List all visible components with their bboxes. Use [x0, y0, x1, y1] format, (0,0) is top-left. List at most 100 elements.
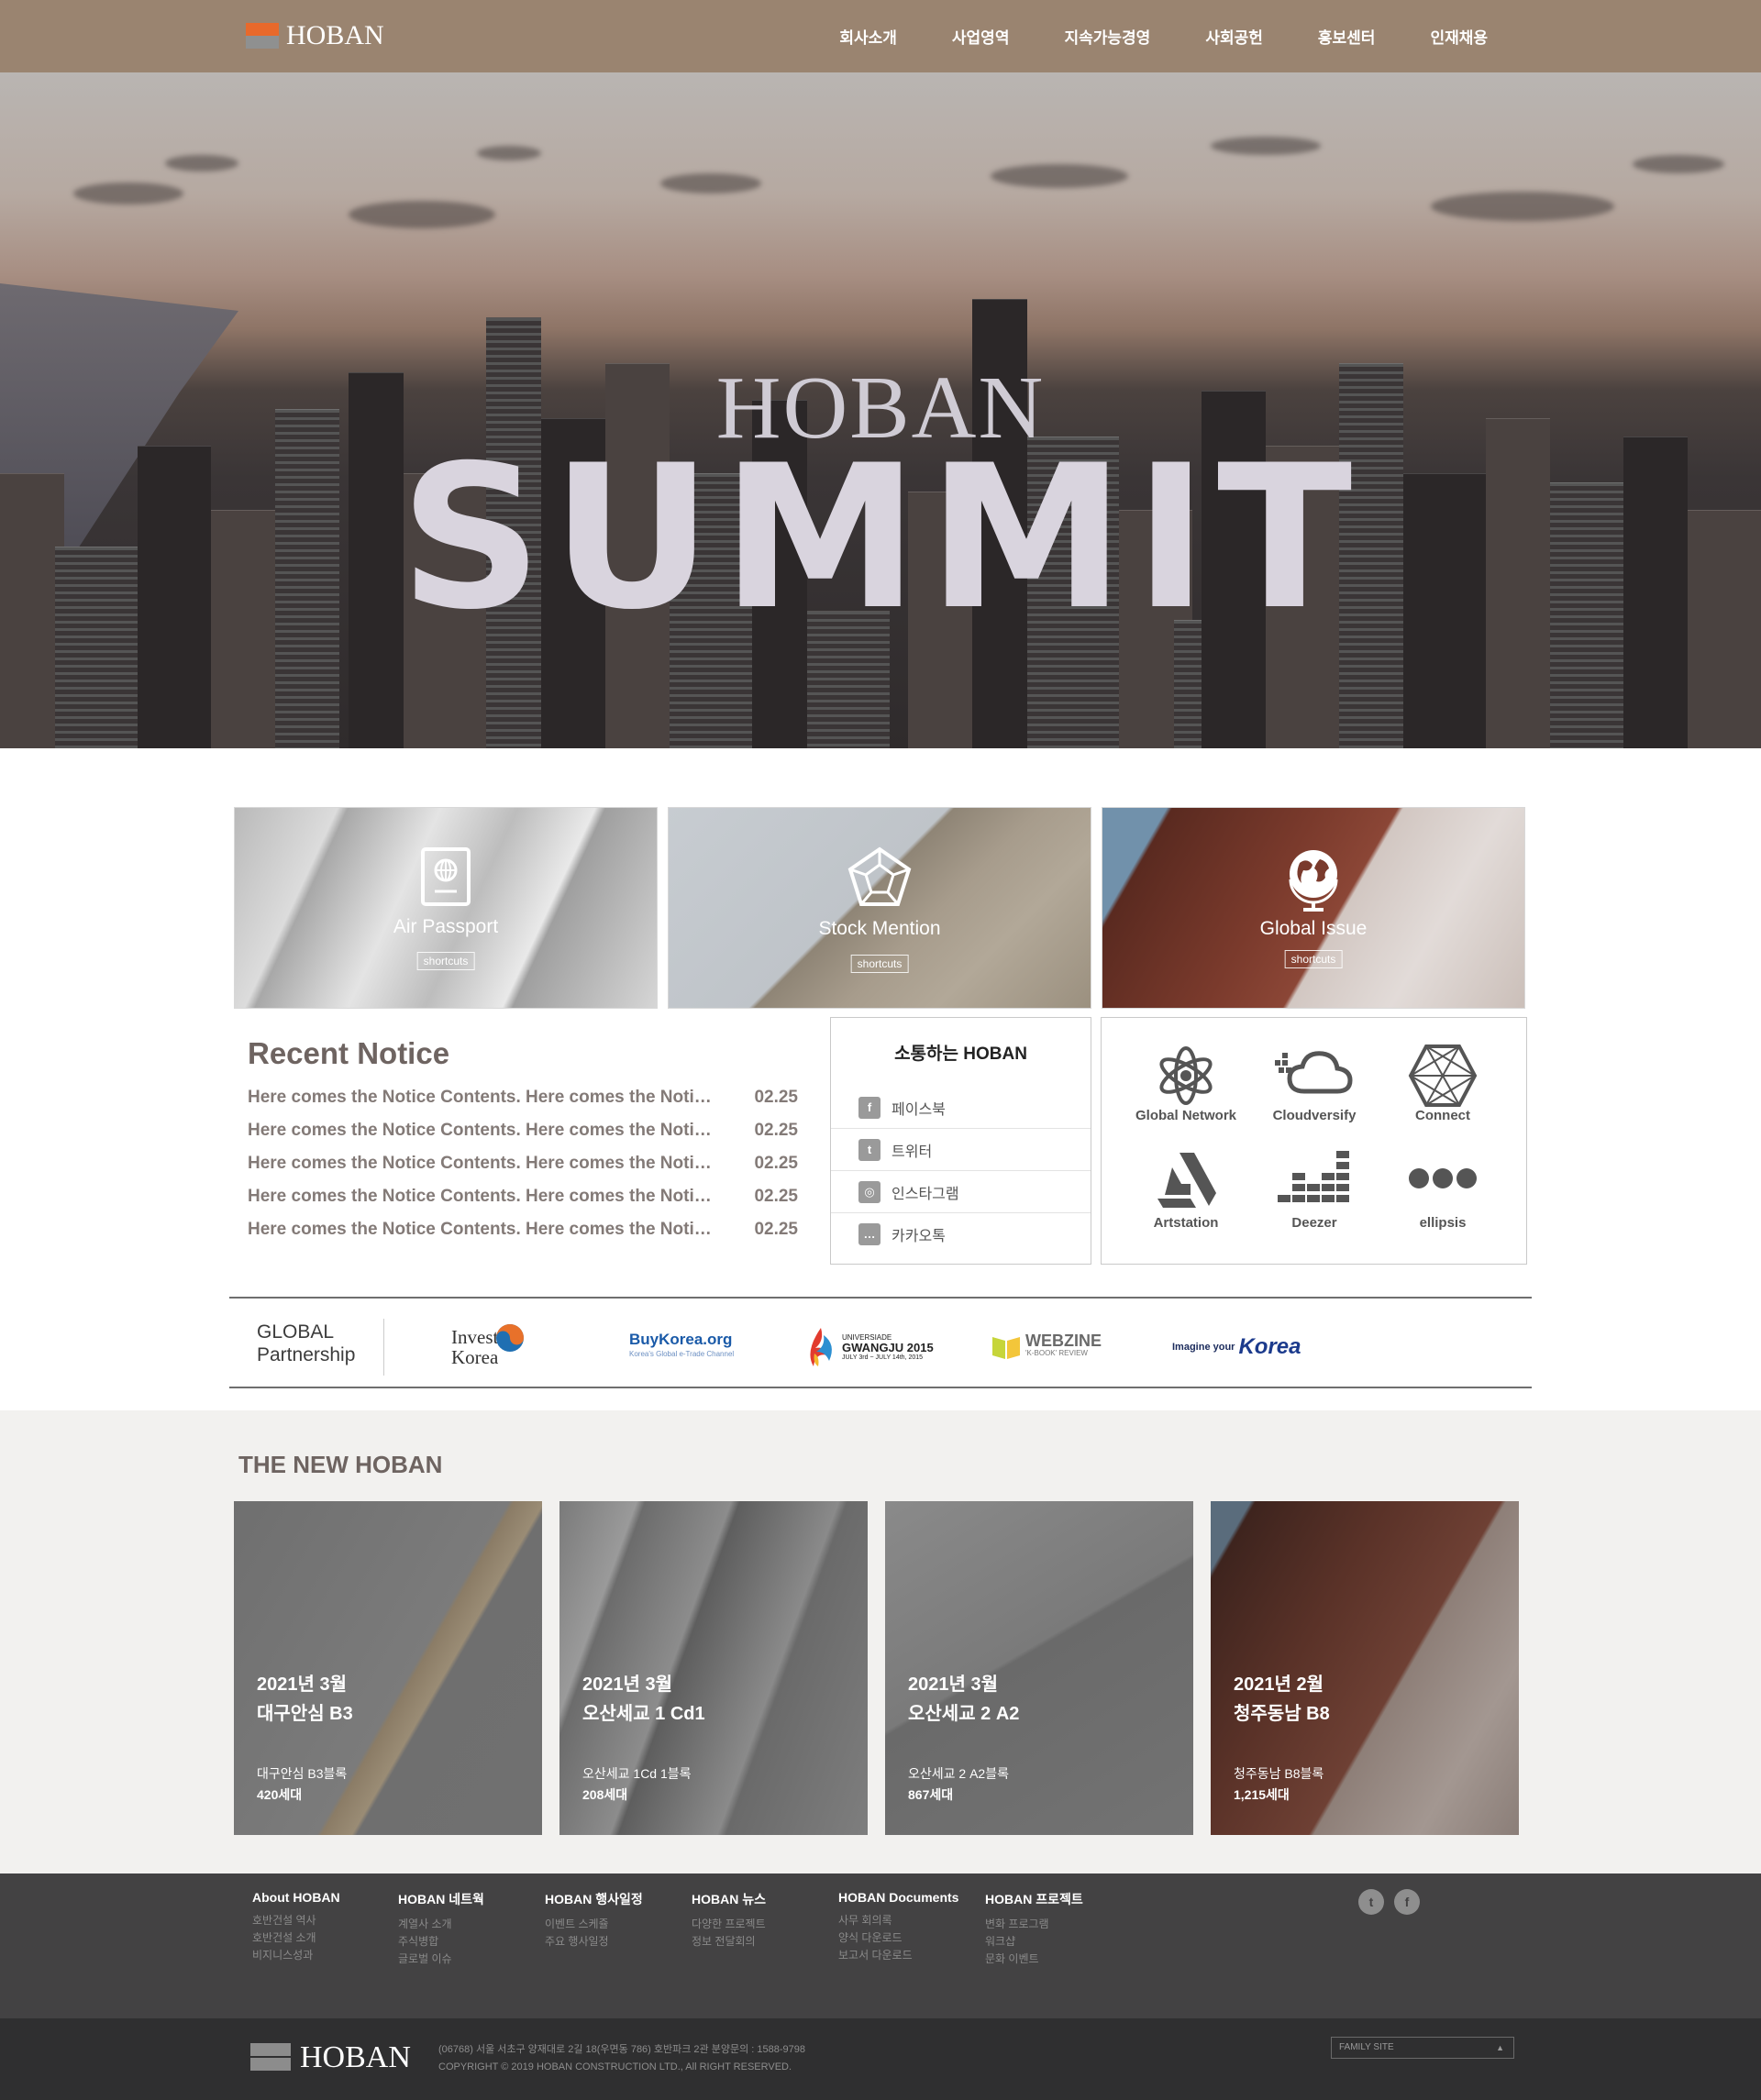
family-site-select[interactable]: FAMILY SITE ▲: [1331, 2037, 1514, 2059]
partner-text: BuyKorea.org: [629, 1331, 733, 1348]
nav-item-recruit[interactable]: 인재채용: [1430, 25, 1488, 48]
notice-date: 02.25: [754, 1187, 798, 1206]
project-date: 2021년 3월: [582, 1674, 672, 1695]
nav-item-social[interactable]: 사회공헌: [1205, 25, 1263, 48]
sns-title: 소통하는 HOBAN: [894, 1044, 1027, 1064]
footer-heading[interactable]: HOBAN 뉴스: [692, 1890, 766, 1908]
sns-item-kakaotalk[interactable]: … 카카오톡: [831, 1213, 1091, 1255]
footer-link[interactable]: 보고서 다운로드: [838, 1947, 958, 1964]
facebook-icon[interactable]: f: [1394, 1889, 1420, 1915]
nav-item-pr[interactable]: 홍보센터: [1318, 25, 1376, 48]
section-title: THE NEW HOBAN: [238, 1451, 443, 1478]
footer-link[interactable]: 양식 다운로드: [838, 1929, 958, 1947]
footer-logo-text: HOBAN: [300, 2040, 411, 2074]
project-name: 대구안심 B3: [257, 1704, 353, 1724]
footer-link[interactable]: 문화 이벤트: [985, 1951, 1083, 1968]
notice-item[interactable]: Here comes the Notice Contents. Here com…: [248, 1121, 798, 1154]
footer-heading[interactable]: HOBAN 프로젝트: [985, 1890, 1083, 1908]
sns-label: 페이스북: [892, 1101, 946, 1118]
project-desc: 오산세교 1Cd 1블록 208세대: [582, 1763, 692, 1806]
project-desc: 대구안심 B3블록 420세대: [257, 1763, 347, 1806]
project-block: 대구안심 B3블록: [257, 1766, 348, 1781]
footer-link[interactable]: 호반건설 소개: [252, 1929, 340, 1947]
shortcut-button[interactable]: shortcuts: [1284, 950, 1343, 968]
notice-title: Recent Notice: [248, 1036, 450, 1070]
nav-item-company[interactable]: 회사소개: [839, 25, 897, 48]
company-info: (06768) 서울 서초구 양재대로 2길 18(우면동 786) 호반파크 …: [438, 2041, 805, 2076]
partner-logo-imagine-your-korea[interactable]: Imagine your Korea: [1172, 1324, 1301, 1370]
footer-link[interactable]: 계열사 소개: [398, 1916, 484, 1933]
family-site-label: FAMILY SITE: [1339, 2042, 1394, 2052]
footer-logo[interactable]: HOBAN: [250, 2040, 411, 2075]
footer-link[interactable]: 사무 회의록: [838, 1912, 958, 1929]
copyright: COPYRIGHT © 2019 HOBAN CONSTRUCTION LTD.…: [438, 2061, 792, 2072]
footer-link[interactable]: 워크샵: [985, 1933, 1083, 1951]
grid-item-artstation[interactable]: Artstation: [1122, 1145, 1250, 1246]
grid-item-global-network[interactable]: Global Network: [1122, 1038, 1250, 1139]
partner-logo-buykorea[interactable]: BuyKorea.org Korea's Global e-Trade Chan…: [629, 1324, 734, 1370]
footer-link[interactable]: 이벤트 스케쥴: [545, 1916, 643, 1933]
notice-item[interactable]: Here comes the Notice Contents. Here com…: [248, 1154, 798, 1187]
shortcut-card-stock-mention[interactable]: Stock Mention shortcuts: [668, 807, 1091, 1009]
project-units: 420세대: [257, 1787, 303, 1802]
footer-link[interactable]: 비지니스성과: [252, 1947, 340, 1964]
footer-heading[interactable]: HOBAN Documents: [838, 1890, 958, 1905]
grid-item-deezer[interactable]: Deezer: [1250, 1145, 1379, 1246]
footer-link[interactable]: 변화 프로그램: [985, 1916, 1083, 1933]
sns-item-facebook[interactable]: f 페이스북: [831, 1087, 1091, 1129]
invest-korea-emblem-icon: [496, 1324, 525, 1352]
project-date: 2021년 2월: [1234, 1674, 1324, 1695]
pentagon-icon: [847, 846, 912, 906]
shortcut-button[interactable]: shortcuts: [850, 955, 909, 973]
shortcut-card-global-issue[interactable]: Global Issue shortcuts: [1102, 807, 1525, 1009]
hexagon-icon: [1408, 1044, 1478, 1107]
partner-logo-webzine[interactable]: WEBZINE 'K-BOOK' REVIEW: [991, 1324, 1102, 1370]
project-card[interactable]: 2021년 3월 대구안심 B3 대구안심 B3블록 420세대: [234, 1501, 542, 1835]
grid-item-connect[interactable]: Connect: [1379, 1038, 1507, 1139]
grid-item-ellipsis[interactable]: ellipsis: [1379, 1145, 1507, 1246]
hoban-logo[interactable]: HOBAN: [246, 20, 384, 51]
notice-item[interactable]: Here comes the Notice Contents. Here com…: [248, 1187, 798, 1220]
footer-link[interactable]: 호반건설 역사: [252, 1912, 340, 1929]
shortcut-card-air-passport[interactable]: Air Passport shortcuts: [234, 807, 658, 1009]
notice-item[interactable]: Here comes the Notice Contents. Here com…: [248, 1220, 798, 1253]
notice-item[interactable]: Here comes the Notice Contents. Here com…: [248, 1088, 798, 1121]
project-date: 2021년 3월: [257, 1674, 347, 1695]
company-address: (06768) 서울 서초구 양재대로 2길 18(우면동 786) 호반파크 …: [438, 2044, 805, 2055]
grid-item-cloudversify[interactable]: Cloudversify: [1250, 1038, 1379, 1139]
sns-item-instagram[interactable]: ◎ 인스타그램: [831, 1171, 1091, 1213]
project-units: 1,215세대: [1234, 1787, 1290, 1802]
nav-item-sustainability[interactable]: 지속가능경영: [1064, 25, 1150, 48]
partnership-title: GLOBAL Partnership: [257, 1321, 355, 1366]
project-desc: 오산세교 2 A2블록 867세대: [908, 1763, 1009, 1806]
hero-banner: HOBAN SUMMIT: [0, 72, 1761, 748]
twitter-icon[interactable]: t: [1358, 1889, 1384, 1915]
project-desc: 청주동남 B8블록 1,215세대: [1234, 1763, 1324, 1806]
footer-heading[interactable]: HOBAN 네트웍: [398, 1890, 484, 1908]
footer-link[interactable]: 정보 전달회의: [692, 1933, 766, 1951]
notice-date: 02.25: [754, 1154, 798, 1173]
grid-label: Global Network: [1135, 1108, 1237, 1123]
shortcut-label: Air Passport: [393, 916, 499, 937]
project-card[interactable]: 2021년 2월 청주동남 B8 청주동남 B8블록 1,215세대: [1211, 1501, 1519, 1835]
project-card[interactable]: 2021년 3월 오산세교 1 Cd1 오산세교 1Cd 1블록 208세대: [559, 1501, 868, 1835]
partner-logo-gwangju-2015[interactable]: UNIVERSIADE GWANGJU 2015 JULY 3rd ~ JULY…: [803, 1324, 934, 1370]
gwangju-flame-icon: [810, 1328, 832, 1366]
footer-column: HOBAN Documents 사무 회의록 양식 다운로드 보고서 다운로드: [838, 1890, 958, 1964]
footer-heading[interactable]: HOBAN 행사일정: [545, 1890, 643, 1908]
footer-heading[interactable]: About HOBAN: [252, 1890, 340, 1905]
footer-link[interactable]: 다양한 프로젝트: [692, 1916, 766, 1933]
nav-item-business[interactable]: 사업영역: [952, 25, 1010, 48]
atom-icon: [1159, 1046, 1213, 1105]
the-new-hoban-section: THE NEW HOBAN 2021년 3월 대구안심 B3 대구안심 B3블록…: [0, 1410, 1761, 1873]
shortcut-button[interactable]: shortcuts: [416, 952, 475, 970]
footer-link[interactable]: 주요 행사일정: [545, 1933, 643, 1951]
partner-logo-invest-korea[interactable]: Invest Korea: [451, 1324, 526, 1370]
instagram-icon: ◎: [858, 1180, 880, 1203]
sns-item-twitter[interactable]: t 트위터: [831, 1129, 1091, 1171]
project-card[interactable]: 2021년 3월 오산세교 2 A2 오산세교 2 A2블록 867세대: [885, 1501, 1193, 1835]
notice-date: 02.25: [754, 1220, 798, 1239]
project-name: 청주동남 B8: [1234, 1704, 1330, 1724]
footer-link[interactable]: 글로벌 이슈: [398, 1951, 484, 1968]
footer-link[interactable]: 주식병합: [398, 1933, 484, 1951]
